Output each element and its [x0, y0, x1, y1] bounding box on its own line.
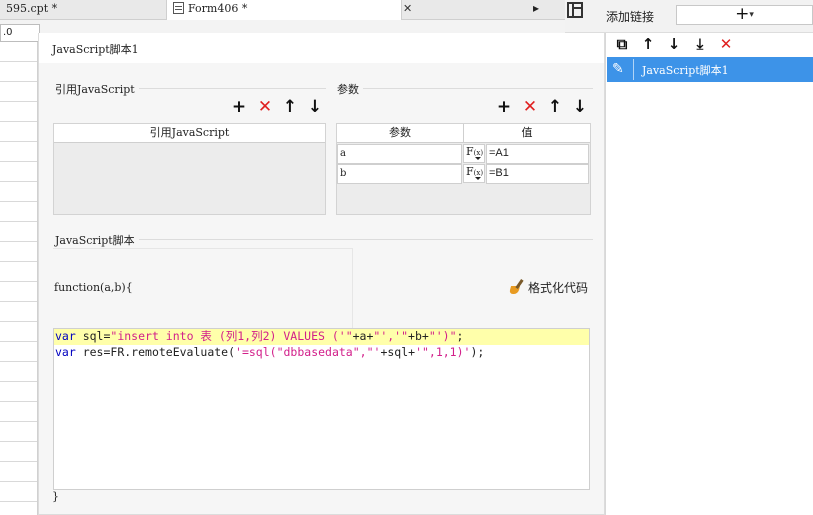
- delete-param-icon[interactable]: ✕: [522, 99, 538, 116]
- form-icon: [173, 2, 184, 14]
- add-param-icon[interactable]: +: [496, 99, 512, 116]
- divider: [633, 59, 634, 80]
- ref-section-title: 引用JavaScript: [55, 81, 139, 97]
- code-string: "','": [373, 329, 409, 343]
- formula-button[interactable]: F(x): [463, 164, 485, 183]
- param-section-title: 参数: [337, 81, 363, 97]
- code-line: var res=FR.remoteEvaluate('=sql("dbbased…: [54, 345, 589, 361]
- move-ref-up-icon[interactable]: ↑: [282, 99, 298, 116]
- tab-form406[interactable]: Form406 * ✕: [166, 0, 412, 20]
- param-value-cell[interactable]: =B1: [486, 164, 589, 184]
- layout-icon[interactable]: [567, 2, 583, 18]
- code-text: +sql+: [380, 345, 416, 359]
- format-code-label: 格式化代码: [528, 281, 589, 295]
- add-ref-icon[interactable]: +: [231, 99, 247, 116]
- code-string: "insert into 表 (列1,列2) VALUES ('": [110, 329, 353, 343]
- caret-icon: [475, 177, 481, 180]
- function-signature: function(a,b){: [54, 281, 133, 294]
- ref-column-header: 引用JavaScript: [54, 124, 325, 143]
- move-down-icon[interactable]: ↓: [665, 36, 683, 54]
- code-text: +b+: [408, 329, 429, 343]
- move-to-bottom-icon[interactable]: ⤓: [691, 36, 709, 54]
- delete-icon[interactable]: ✕: [717, 36, 735, 54]
- chevron-down-icon: ▾: [749, 10, 754, 20]
- param-value-cell[interactable]: =A1: [486, 144, 589, 164]
- code-line: var sql="insert into 表 (列1,列2) VALUES ('…: [54, 329, 589, 345]
- copy-icon[interactable]: ⧉: [613, 36, 631, 54]
- delete-ref-icon[interactable]: ✕: [257, 99, 273, 116]
- tab-label: Form406 *: [188, 2, 248, 15]
- formula-button[interactable]: F(x): [463, 144, 485, 163]
- close-tab-icon[interactable]: ✕: [403, 0, 412, 18]
- code-text: +a+: [352, 329, 374, 343]
- add-link-label: 添加链接: [606, 10, 655, 24]
- ref-javascript-table[interactable]: 引用JavaScript: [53, 123, 326, 215]
- param-name-cell[interactable]: a: [337, 144, 462, 164]
- move-ref-down-icon[interactable]: ↓: [307, 99, 323, 116]
- code-text: res=FR.remoteEvaluate(: [75, 345, 236, 359]
- param-name-cell[interactable]: b: [337, 164, 462, 184]
- dropdown-arrow-icon[interactable]: ▸: [533, 1, 539, 15]
- tab-595-cpt[interactable]: 595.cpt *: [0, 0, 63, 20]
- code-text: );: [470, 345, 485, 359]
- code-string: '",1,1)': [415, 345, 471, 359]
- fx-icon: F: [466, 165, 474, 178]
- cell-reference-field[interactable]: .0: [0, 24, 40, 42]
- edit-pencil-icon: ✎: [612, 61, 624, 77]
- fx-sub: (x): [473, 169, 484, 177]
- move-up-icon[interactable]: ↑: [639, 36, 657, 54]
- move-param-down-icon[interactable]: ↓: [572, 99, 588, 116]
- param-value-header: 值: [464, 124, 590, 143]
- spreadsheet-grid[interactable]: [0, 42, 38, 515]
- caret-icon: [475, 157, 481, 160]
- tab-label: 595.cpt *: [6, 2, 58, 15]
- fx-sub: (x): [473, 149, 484, 157]
- function-closing-brace: }: [52, 490, 59, 503]
- link-item-label: JavaScript脚本1: [642, 64, 729, 77]
- format-code-button[interactable]: 格式化代码: [509, 279, 588, 296]
- plus-icon: +: [735, 4, 750, 24]
- add-link-button[interactable]: +▾: [676, 5, 813, 25]
- link-item-selected[interactable]: ✎ JavaScript脚本1: [607, 57, 813, 82]
- link-list-panel: [605, 33, 813, 515]
- param-name-header: 参数: [337, 124, 464, 143]
- code-text: sql=: [75, 329, 111, 343]
- code-keyword: var: [55, 345, 76, 359]
- section-divider: [337, 88, 593, 89]
- code-string: '=sql("dbbasedata","': [235, 345, 381, 359]
- script-section-title: JavaScript脚本: [55, 232, 139, 248]
- code-text: ;: [456, 329, 464, 343]
- brush-icon: [509, 279, 525, 295]
- dialog-title: JavaScript脚本1: [52, 43, 139, 56]
- code-keyword: var: [55, 329, 76, 343]
- editor-toolbar: [0, 20, 565, 34]
- fx-icon: F: [466, 145, 474, 158]
- code-string: "')": [428, 329, 457, 343]
- move-param-up-icon[interactable]: ↑: [547, 99, 563, 116]
- code-editor[interactable]: var sql="insert into 表 (列1,列2) VALUES ('…: [53, 328, 590, 490]
